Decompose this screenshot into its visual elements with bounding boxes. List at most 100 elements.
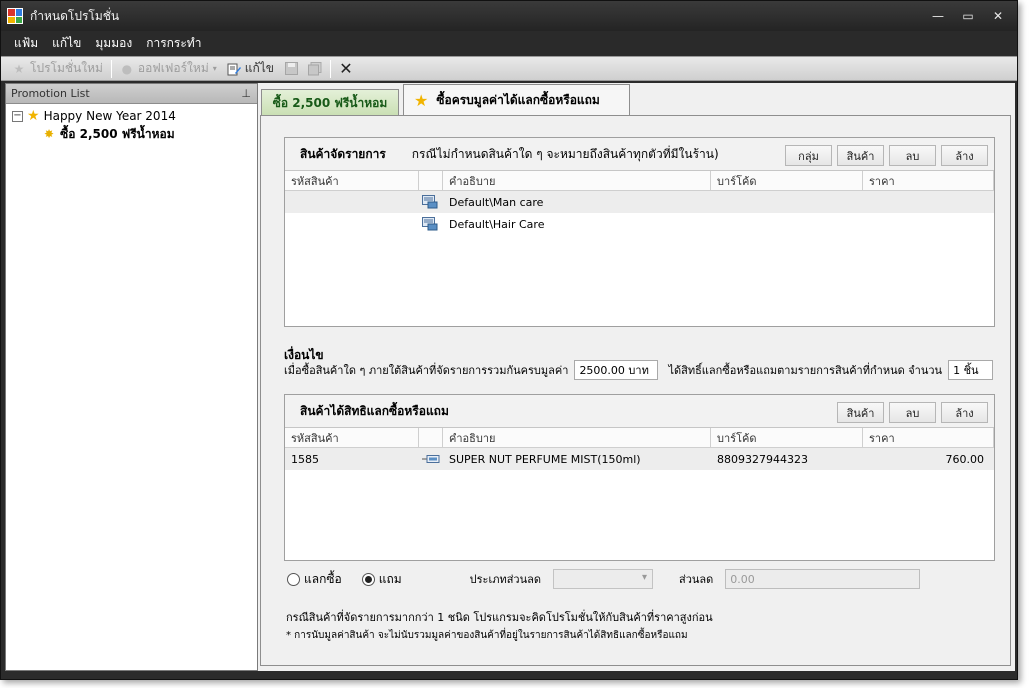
pin-icon[interactable]: ⊥ (241, 87, 251, 100)
column-header-description[interactable]: คำอธิบาย (443, 171, 711, 190)
menu-action[interactable]: การกระทำ (139, 34, 208, 53)
cell-code (285, 213, 419, 235)
product-button[interactable]: สินค้า (837, 145, 884, 166)
tab-condition[interactable]: ★ ซื้อครบมูลค่าได้แลกซื้อหรือแถม (403, 84, 630, 115)
reward-group-header: สินค้าได้สิทธิแลกซื้อหรือแถม สินค้า ลบ ล… (285, 395, 994, 428)
edit-label: แก้ไข (244, 61, 274, 75)
condition-text-before: เมื่อซื้อสินค้าใด ๆ ภายใต้สินค้าที่จัดรา… (284, 364, 569, 377)
delete-button[interactable]: ✕ (334, 58, 358, 79)
close-button[interactable]: ✕ (985, 7, 1011, 25)
cell-barcode (711, 191, 863, 213)
new-offer-label: ออฟเฟอร์ใหม่ (137, 61, 209, 75)
promotion-list-panel: Promotion List ⊥ − ★ Happy New Year 2014… (5, 83, 258, 671)
radio-exchange[interactable] (287, 572, 300, 586)
close-icon: ✕ (339, 59, 353, 78)
collapse-icon[interactable]: − (12, 110, 23, 122)
app-window: กำหนดโปรโมชั่น — ▭ ✕ แฟ้ม แก้ไข มุมมอง ก… (0, 0, 1018, 680)
clear-button[interactable]: ล้าง (941, 145, 988, 166)
tab-offer[interactable]: ซื้อ 2,500 ฟรีน้ำหอม (261, 89, 399, 116)
offer-star-icon: ✸ (44, 127, 55, 141)
note-line-1: กรณีสินค้าที่จัดรายการมากกว่า 1 ชนิด โปร… (286, 611, 713, 624)
product-group-icon (419, 213, 443, 235)
discount-type-select[interactable] (553, 569, 653, 589)
window-title: กำหนดโปรโมชั่น (30, 8, 120, 23)
edit-button[interactable]: แก้ไข (222, 58, 279, 79)
main-content: ซื้อ 2,500 ฟรีน้ำหอม ★ ซื้อครบมูลค่าได้แ… (258, 83, 1015, 671)
radio-exchange-label: แลกซื้อ (304, 571, 342, 586)
reward-group: สินค้าได้สิทธิแลกซื้อหรือแถม สินค้า ลบ ล… (284, 394, 995, 561)
discount-label: ส่วนลด (679, 573, 714, 586)
promotion-list-header: Promotion List ⊥ (6, 84, 257, 104)
product-group-icon (419, 191, 443, 213)
new-promotion-button[interactable]: ★ โปรโมชั่นใหม่ (7, 58, 108, 79)
products-group: สินค้าจัดรายการ กรณีไม่กำหนดสินค้าใด ๆ จ… (284, 137, 995, 327)
quantity-input[interactable]: 1 ชิ้น (948, 360, 994, 380)
cell-price: 760.00 (945, 452, 985, 466)
reward-title: สินค้าได้สิทธิแลกซื้อหรือแถม (300, 403, 449, 418)
note-line-2: * การนับมูลค่าสินค้า จะไม่นับรวมมูลค่าขอ… (286, 630, 688, 641)
star-icon: ★ (27, 108, 40, 124)
tree-item-root[interactable]: − ★ Happy New Year 2014 (6, 107, 257, 125)
star-icon: ★ (414, 90, 429, 110)
menu-view[interactable]: มุมมอง (88, 34, 139, 53)
radio-free[interactable] (361, 572, 375, 586)
amount-input[interactable]: 2500.00 บาท (574, 360, 659, 380)
cell-description: Default\Hair Care (449, 217, 545, 231)
cell-barcode: 8809327944323 (717, 452, 808, 466)
column-header-code[interactable]: รหัสสินค้า (285, 171, 419, 190)
column-header-icon (419, 171, 443, 190)
toolbar: ★ โปรโมชั่นใหม่ ● ออฟเฟอร์ใหม่ ▾ แก้ไข ✕ (1, 56, 1017, 81)
discount-input[interactable]: 0.00 (725, 569, 921, 589)
radio-free-label: แถม (378, 571, 402, 586)
cell-description: Default\Man care (449, 195, 544, 209)
tree-item-label: Happy New Year 2014 (43, 109, 176, 123)
delete-button[interactable]: ลบ (889, 402, 936, 423)
title-bar: กำหนดโปรโมชั่น — ▭ ✕ (1, 1, 1017, 31)
menu-edit[interactable]: แก้ไข (45, 34, 88, 53)
star-icon: ★ (13, 61, 25, 76)
clear-button[interactable]: ล้าง (941, 402, 988, 423)
tab-body: สินค้าจัดรายการ กรณีไม่กำหนดสินค้าใด ๆ จ… (260, 115, 1011, 666)
column-header-barcode[interactable]: บาร์โค้ด (711, 428, 863, 447)
products-note: กรณีไม่กำหนดสินค้าใด ๆ จะหมายถึงสินค้าทุ… (411, 146, 719, 161)
tree-item-label: ซื้อ 2,500 ฟรีน้ำหอม (60, 126, 175, 141)
app-icon (7, 8, 23, 24)
column-header-description[interactable]: คำอธิบาย (443, 428, 711, 447)
toolbar-separator (110, 59, 112, 78)
new-offer-button[interactable]: ● ออฟเฟอร์ใหม่ ▾ (115, 58, 222, 79)
reward-type-options: แลกซื้อ แถม ประเภทส่วนลด ส่วนลด 0.00 (287, 569, 921, 589)
products-title: สินค้าจัดรายการ (300, 146, 386, 161)
table-row[interactable]: 1585 SUPER NUT PERFUME MIST(150ml) 88093… (285, 448, 994, 470)
save-icon (284, 62, 298, 76)
column-header-code[interactable]: รหัสสินค้า (285, 428, 419, 447)
condition-text-after: ได้สิทธิ์แลกซื้อหรือแถมตามรายการสินค้าที… (668, 364, 943, 377)
table-row[interactable]: Default\Hair Care (285, 213, 994, 235)
column-header-barcode[interactable]: บาร์โค้ด (711, 171, 863, 190)
group-button[interactable]: กลุ่ม (785, 145, 832, 166)
save-button[interactable] (279, 58, 303, 79)
menu-file[interactable]: แฟ้ม (7, 34, 45, 53)
product-button[interactable]: สินค้า (837, 402, 884, 423)
condition-row: เมื่อซื้อสินค้าใด ๆ ภายใต้สินค้าที่จัดรา… (284, 360, 994, 380)
column-header-price[interactable]: ราคา (863, 428, 994, 447)
promotion-tree: − ★ Happy New Year 2014 ✸ ซื้อ 2,500 ฟรี… (6, 104, 257, 143)
minimize-button[interactable]: — (925, 7, 951, 25)
cell-barcode (711, 213, 863, 235)
cell-price (863, 191, 994, 213)
edit-icon (227, 62, 241, 76)
tab-label: ซื้อครบมูลค่าได้แลกซื้อหรือแถม (436, 92, 600, 107)
products-grid-header: รหัสสินค้า คำอธิบาย บาร์โค้ด ราคา (285, 171, 994, 191)
chevron-down-icon: ▾ (212, 64, 217, 73)
new-promotion-label: โปรโมชั่นใหม่ (30, 61, 103, 75)
save-all-icon (308, 61, 322, 76)
table-row[interactable]: Default\Man care (285, 191, 994, 213)
save-all-button[interactable] (303, 58, 327, 79)
column-header-icon (419, 428, 443, 447)
discount-type-label: ประเภทส่วนลด (469, 573, 541, 586)
cell-code: 1585 (291, 452, 319, 466)
column-header-price[interactable]: ราคา (863, 171, 994, 190)
delete-button[interactable]: ลบ (889, 145, 936, 166)
maximize-button[interactable]: ▭ (955, 7, 981, 25)
tree-item-child[interactable]: ✸ ซื้อ 2,500 ฟรีน้ำหอม (6, 125, 257, 143)
cell-code (285, 191, 419, 213)
